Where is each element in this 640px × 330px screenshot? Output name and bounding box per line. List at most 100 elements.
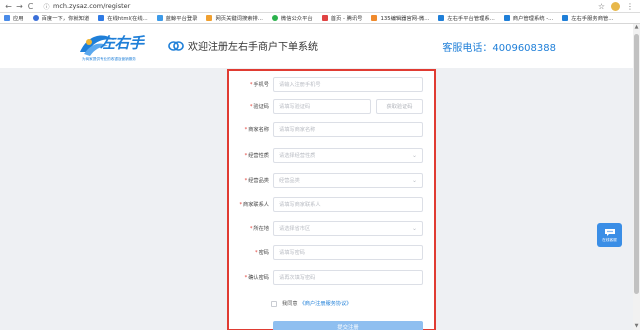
placeholder: 经营品类 [279,178,300,184]
register-form: *手机号 请输入注册手机号 *验证码 请填写验证码 获取验证码 *商家名称 请填… [227,69,436,330]
site-icon [98,15,105,21]
required-mark: * [244,275,248,281]
bookmark-item[interactable]: 微信公众平台 [271,14,313,22]
business-nature-select[interactable]: 请选择经营性质 ⌄ [273,148,423,163]
bookmark-apps[interactable]: 应用 [4,14,24,22]
code-row: *验证码 请填写验证码 获取验证码 [229,99,434,114]
bookmark-item[interactable]: 左右手平台管理系... [438,14,495,22]
contact-input[interactable]: 请填写商家联系人 [273,197,423,212]
bookmark-item[interactable]: 左右手服务商管... [562,14,613,22]
phone-label: *手机号 [229,81,273,88]
info-icon[interactable]: ⓘ [42,2,51,11]
bookmark-label: 135编辑器官网-微... [380,16,430,22]
phone-input[interactable]: 请输入注册手机号 [273,77,423,92]
welcome-title: 欢迎注册左右手商户下单系统 [168,38,318,53]
scroll-up-icon[interactable]: ▲ [633,24,640,31]
required-mark: * [244,153,248,159]
back-icon[interactable]: ← [3,1,14,12]
chevron-down-icon: ⌄ [411,177,417,184]
bookmark-label: 百度一下，你就知道 [41,16,90,22]
bookmark-item[interactable]: 首页 - 腾讯号 [321,14,363,22]
browser-menu-icon[interactable]: ⋮ [626,1,634,12]
confirm-password-label: *确认密码 [229,274,273,281]
placeholder: 请填写验证码 [279,104,311,110]
bookmarks-bar: 应用 百度一下，你就知道 在线html(在线... 蓝鲸平台登录 网页关键词搜索… [0,13,640,24]
agreement-link[interactable]: 《商户注册服务协议》 [300,300,352,307]
password-input[interactable]: 请填写密码 [273,245,423,260]
bookmark-label: 左右手平台管理系... [447,16,495,22]
agreement-row: 我同意 《商户注册服务协议》 [271,300,351,307]
code-input[interactable]: 请填写验证码 [273,99,371,114]
placeholder: 请填写商家联系人 [279,202,321,208]
chat-bubble-icon [604,228,615,236]
phone-row: *手机号 请输入注册手机号 [229,77,434,92]
site-header: 左右手 为商家提供专业的收银及营销服务 欢迎注册左右手商户下单系统 客服电话：4… [0,24,640,68]
placeholder: 请填写密码 [279,250,305,256]
bookmark-item[interactable]: 网页关键词搜索排... [206,14,263,22]
bookmark-item[interactable]: 百度一下，你就知道 [32,14,90,22]
url-field[interactable]: mch.zysaz.com/register [53,2,130,10]
site-icon [156,15,163,21]
bookmark-label: 网页关键词搜索排... [215,16,263,22]
bookmark-label: 在线html(在线... [107,16,148,22]
merchant-name-label: *商家名称 [229,126,273,133]
placeholder: 请填写商家名称 [279,127,316,133]
confirm-password-input[interactable]: 请再次填写密码 [273,270,423,285]
placeholder: 请输入注册手机号 [279,82,321,88]
bookmark-label: 商户管理系统 -... [512,16,554,22]
bookmark-item[interactable]: 蓝鲸平台登录 [156,14,198,22]
forward-icon[interactable]: → [14,1,25,12]
chevron-down-icon: ⌄ [411,152,417,159]
online-service-button[interactable]: 在线客服 [597,223,622,247]
get-code-button[interactable]: 获取验证码 [376,99,423,114]
service-hotline: 客服电话：4009608388 [442,43,556,54]
code-label: *验证码 [229,103,273,110]
bookmark-star-icon[interactable]: ☆ [598,1,605,12]
agree-text: 我同意 [282,301,298,307]
business-nature-label: *经营性质 [229,152,273,159]
welcome-text: 欢迎注册左右手商户下单系统 [188,42,318,53]
link-rings-icon [168,40,184,51]
site-icon [371,15,378,21]
bookmark-item[interactable]: 商户管理系统 -... [503,14,554,22]
merchant-name-input[interactable]: 请填写商家名称 [273,122,423,137]
logo-text: 左右手 [100,34,144,52]
required-mark: * [255,250,258,256]
placeholder: 请选择省市区 [279,226,311,232]
bookmark-label: 蓝鲸平台登录 [165,16,198,22]
bookmark-item[interactable]: 在线html(在线... [98,14,148,22]
business-category-select[interactable]: 经营品类 ⌄ [273,173,423,188]
business-category-label: *经营品类 [229,177,273,184]
label-text: 验证码 [253,104,269,110]
required-mark: * [239,202,243,208]
chevron-down-icon: ⌄ [411,225,417,232]
site-icon [206,15,213,21]
bookmark-item[interactable]: 135编辑器官网-微... [371,14,429,22]
label-text: 确认密码 [248,275,269,281]
label-text: 所在地 [253,226,269,232]
password-label: *密码 [229,249,273,256]
bookmark-label: 左右手服务商管... [571,16,614,22]
reload-icon[interactable]: C [25,1,36,12]
region-select[interactable]: 请选择省市区 ⌄ [273,221,423,236]
profile-avatar[interactable] [611,2,620,11]
placeholder: 请再次填写密码 [279,275,316,281]
page-scrollbar[interactable]: ▲ ▼ [633,24,640,330]
bookmark-label: 首页 - 腾讯号 [330,16,363,22]
placeholder: 请选择经营性质 [279,153,316,159]
label-text: 商家联系人 [243,202,269,208]
contact-label: *商家联系人 [229,201,273,208]
site-icon [438,15,445,21]
browser-address-bar: ← → C ⓘ mch.zysaz.com/register ☆ ⋮ [0,0,640,13]
required-mark: * [244,127,248,133]
submit-register-button[interactable]: 提交注册 [273,321,423,330]
scroll-down-icon[interactable]: ▼ [633,323,640,330]
label-text: 经营品类 [248,178,269,184]
agree-checkbox[interactable] [271,300,277,307]
logo-subtitle: 为商家提供专业的收银及营销服务 [82,57,136,61]
confirm-password-row: *确认密码 请再次填写密码 [229,270,434,285]
bookmark-label: 微信公众平台 [280,16,313,22]
scrollbar-thumb[interactable] [634,34,639,294]
merchant-name-row: *商家名称 请填写商家名称 [229,122,434,137]
browser-actions: ☆ ⋮ [598,1,634,12]
